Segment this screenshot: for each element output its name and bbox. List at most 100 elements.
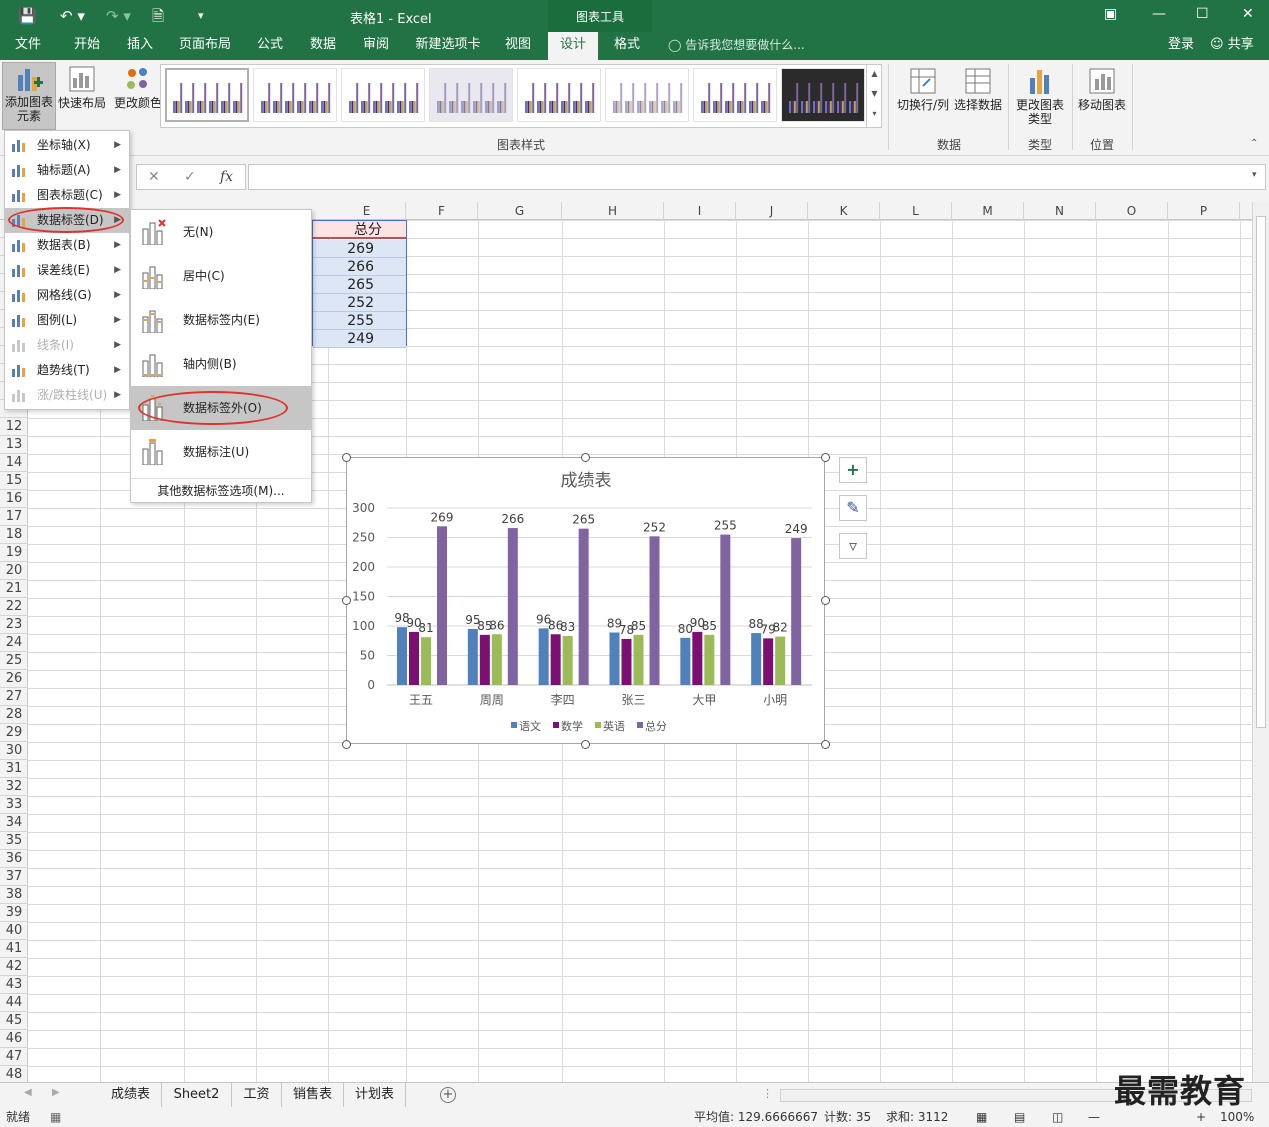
bar[interactable] bbox=[421, 637, 431, 685]
row-header[interactable]: 39 bbox=[0, 904, 28, 922]
row-header[interactable]: 24 bbox=[0, 634, 28, 652]
row-header[interactable]: 28 bbox=[0, 706, 28, 724]
data-label[interactable]: 255 bbox=[714, 519, 737, 533]
menu-item[interactable]: 网格线(G) ▶ bbox=[5, 283, 129, 308]
data-label[interactable]: 252 bbox=[643, 520, 666, 534]
login-link[interactable]: 登录 bbox=[1168, 32, 1194, 60]
resize-handle[interactable] bbox=[821, 596, 830, 605]
row-header[interactable]: 45 bbox=[0, 1012, 28, 1030]
bar[interactable] bbox=[633, 634, 644, 685]
bar[interactable] bbox=[751, 633, 762, 685]
tab-home[interactable]: 开始 bbox=[60, 32, 114, 60]
macro-record-icon[interactable]: ▦ bbox=[50, 1108, 61, 1127]
sheet-tab[interactable]: 工资 bbox=[232, 1083, 282, 1107]
row-header[interactable]: 13 bbox=[0, 436, 28, 454]
vertical-scrollbar[interactable] bbox=[1252, 202, 1269, 1082]
total-cell[interactable]: 266 bbox=[313, 258, 406, 276]
tab-formulas[interactable]: 公式 bbox=[244, 32, 296, 60]
resize-handle[interactable] bbox=[342, 740, 351, 749]
menu-item[interactable]: 图表标题(C) ▶ bbox=[5, 183, 129, 208]
save-icon[interactable]: 💾 bbox=[18, 6, 37, 26]
column-header[interactable]: P bbox=[1168, 202, 1240, 220]
data-label[interactable]: 265 bbox=[572, 513, 595, 527]
column-header[interactable]: O bbox=[1096, 202, 1168, 220]
bar[interactable] bbox=[538, 628, 549, 685]
resize-handle[interactable] bbox=[342, 596, 351, 605]
row-header[interactable]: 32 bbox=[0, 778, 28, 796]
redo-icon[interactable]: ↷ ▾ bbox=[106, 6, 131, 26]
sheet-tab[interactable]: 成绩表 bbox=[100, 1083, 162, 1107]
tab-insert[interactable]: 插入 bbox=[114, 32, 166, 60]
total-cell[interactable]: 265 bbox=[313, 276, 406, 294]
total-cell[interactable]: 252 bbox=[313, 294, 406, 312]
change-colors-button[interactable]: 更改颜色 bbox=[112, 64, 164, 110]
data-label[interactable]: 249 bbox=[785, 522, 808, 536]
bar[interactable] bbox=[692, 631, 703, 685]
row-header[interactable]: 40 bbox=[0, 922, 28, 940]
bar[interactable] bbox=[609, 632, 620, 685]
column-header[interactable]: E bbox=[328, 202, 406, 220]
quick-layout-button[interactable]: 快速布局 bbox=[56, 64, 108, 110]
total-header-cell[interactable]: 总分 bbox=[313, 221, 406, 239]
row-header[interactable]: 46 bbox=[0, 1030, 28, 1048]
data-label-option[interactable]: 无(N) bbox=[131, 210, 311, 254]
switch-row-col-button[interactable]: 切换行/列 bbox=[894, 66, 952, 112]
normal-view-icon[interactable]: ▦ bbox=[976, 1108, 987, 1127]
row-header[interactable]: 15 bbox=[0, 472, 28, 490]
collapse-ribbon-icon[interactable]: ⌃ bbox=[1250, 138, 1258, 149]
total-cell[interactable]: 249 bbox=[313, 330, 406, 348]
new-file-icon[interactable]: 🗎 bbox=[152, 6, 164, 26]
gallery-scroll[interactable]: ▲ ▼ ▾ bbox=[866, 64, 882, 128]
data-label-option[interactable]: 数据标签内(E) bbox=[131, 298, 311, 342]
undo-icon[interactable]: ↶ ▾ bbox=[60, 6, 85, 26]
chart-elements-plus-icon[interactable]: + bbox=[839, 457, 867, 483]
data-label[interactable]: 85 bbox=[631, 619, 646, 633]
row-header[interactable]: 27 bbox=[0, 688, 28, 706]
row-header[interactable]: 19 bbox=[0, 544, 28, 562]
prev-sheet-icon[interactable]: ◀ bbox=[24, 1087, 32, 1098]
row-header[interactable]: 29 bbox=[0, 724, 28, 742]
row-header[interactable]: 30 bbox=[0, 742, 28, 760]
bar[interactable] bbox=[763, 638, 774, 685]
bar[interactable] bbox=[621, 638, 632, 685]
row-header[interactable]: 38 bbox=[0, 886, 28, 904]
row-header[interactable]: 36 bbox=[0, 850, 28, 868]
ribbon-display-icon[interactable]: ▣ bbox=[1104, 6, 1117, 22]
row-header[interactable]: 31 bbox=[0, 760, 28, 778]
bar[interactable] bbox=[550, 634, 561, 685]
add-sheet-icon[interactable]: + bbox=[440, 1087, 456, 1103]
row-header[interactable]: 16 bbox=[0, 490, 28, 508]
more-data-label-options[interactable]: 其他数据标签选项(M)... bbox=[131, 478, 311, 502]
bar[interactable] bbox=[397, 627, 407, 685]
data-label[interactable]: 86 bbox=[489, 618, 504, 632]
menu-item[interactable]: 坐标轴(X) ▶ bbox=[5, 133, 129, 158]
tab-format[interactable]: 格式 bbox=[602, 32, 652, 60]
bar[interactable] bbox=[491, 634, 502, 685]
column-header[interactable]: I bbox=[664, 202, 736, 220]
column-header[interactable]: H bbox=[562, 202, 664, 220]
sheet-tab[interactable]: 计划表 bbox=[344, 1083, 406, 1107]
row-header[interactable]: 48 bbox=[0, 1066, 28, 1082]
row-header[interactable]: 22 bbox=[0, 598, 28, 616]
column-header[interactable]: K bbox=[808, 202, 880, 220]
tab-view[interactable]: 视图 bbox=[494, 32, 542, 60]
menu-item[interactable]: 趋势线(T) ▶ bbox=[5, 358, 129, 383]
tab-data[interactable]: 数据 bbox=[298, 32, 348, 60]
row-header[interactable]: 18 bbox=[0, 526, 28, 544]
menu-item[interactable]: 误差线(E) ▶ bbox=[5, 258, 129, 283]
row-header[interactable]: 21 bbox=[0, 580, 28, 598]
add-chart-element-button[interactable]: 添加图表元素 bbox=[2, 62, 56, 130]
menu-item[interactable]: 轴标题(A) ▶ bbox=[5, 158, 129, 183]
data-label[interactable]: 266 bbox=[501, 512, 524, 526]
expand-formula-icon[interactable]: ▾ bbox=[1252, 170, 1257, 180]
formula-input[interactable] bbox=[248, 164, 1266, 190]
row-header[interactable]: 12 bbox=[0, 418, 28, 436]
resize-handle[interactable] bbox=[342, 453, 351, 462]
sheet-tab[interactable]: 销售表 bbox=[282, 1083, 344, 1107]
column-header[interactable]: G bbox=[478, 202, 562, 220]
bar[interactable] bbox=[578, 528, 589, 685]
resize-handle[interactable] bbox=[821, 453, 830, 462]
legend-entry[interactable]: 总分 bbox=[645, 719, 667, 733]
bar[interactable] bbox=[562, 636, 573, 685]
data-label[interactable]: 81 bbox=[418, 621, 433, 635]
